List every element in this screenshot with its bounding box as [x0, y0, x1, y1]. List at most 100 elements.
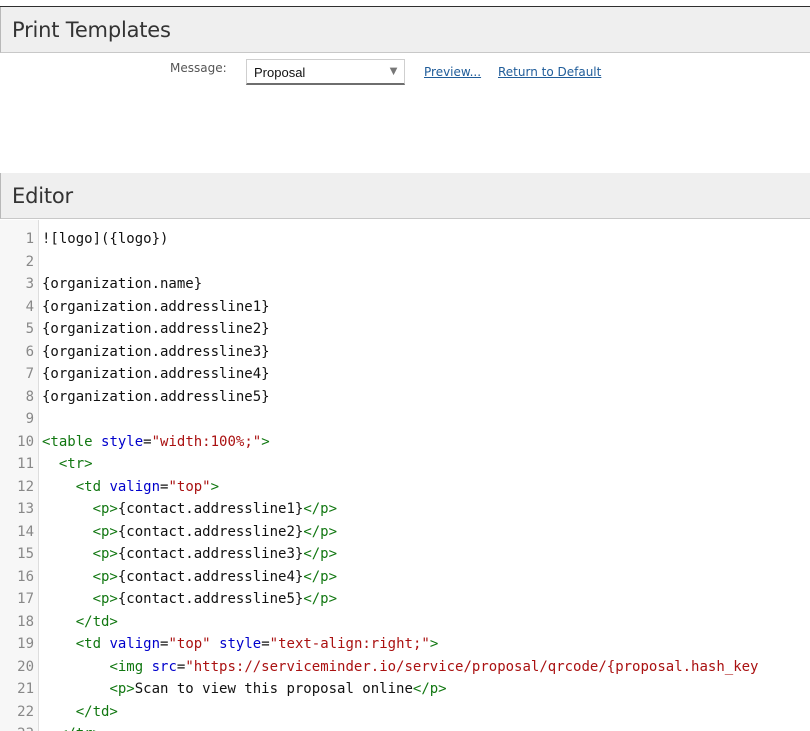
line-number: 18 — [17, 613, 34, 630]
code-token: "top" — [168, 478, 211, 495]
code-token: style — [101, 433, 144, 450]
line-number: 12 — [17, 478, 34, 495]
code-token: {contact.addressline1} — [117, 501, 304, 517]
message-select[interactable]: Proposal ▼ — [246, 59, 405, 85]
code-token: </td> — [75, 613, 118, 630]
code-token: {contact.addressline2} — [117, 523, 304, 540]
code-text: <td valign="top" style="text-align:right… — [42, 633, 439, 656]
code-text: <p>{contact.addressline1}</p> — [42, 498, 337, 521]
code-token: > — [429, 636, 439, 652]
code-token: {organization.addressline5} — [42, 388, 270, 405]
print-templates-title: Print Templates — [12, 18, 171, 42]
line-number: 16 — [17, 568, 34, 585]
code-editor[interactable]: 1 ![logo]({logo}) 2 3 {organization.name} 4 {o… — [0, 220, 810, 731]
line-number: 11 — [17, 456, 34, 472]
code-token: {organization.addressline1} — [42, 298, 270, 315]
code-text: {organization.addressline3} — [42, 341, 270, 364]
code-text: <table style="width:100%;"> — [42, 431, 270, 454]
code-text: </td> — [42, 611, 118, 634]
code-text: {organization.addressline5} — [42, 386, 270, 409]
code-token: </p> — [303, 546, 338, 562]
code-token: "https://serviceminder.io/service/propos… — [185, 658, 759, 675]
line-number: 23 — [0, 723, 34, 731]
line-number: 13 — [17, 501, 34, 517]
code-token: <p> — [92, 501, 118, 517]
code-text: <p>Scan to view this proposal online</p> — [42, 678, 446, 701]
code-token: {organization.addressline3} — [42, 343, 270, 360]
code-token: <tr> — [58, 456, 93, 472]
line-number: 21 — [17, 681, 34, 697]
return-to-default-link[interactable]: Return to Default — [498, 65, 601, 79]
editor-title: Editor — [12, 184, 73, 208]
line-number: 7 — [25, 366, 34, 382]
line-number: 3 — [25, 276, 34, 292]
chevron-down-icon: ▼ — [387, 63, 400, 78]
code-text: {organization.addressline4} — [42, 363, 270, 386]
line-number: 6 — [25, 343, 34, 360]
code-text: </tr> — [42, 723, 101, 731]
code-text: ![logo]({logo}) — [42, 228, 168, 251]
code-token: {organization.addressline2} — [42, 321, 270, 337]
print-templates-header: Print Templates — [0, 7, 810, 53]
code-token: </p> — [303, 501, 338, 517]
code-token: <img — [109, 658, 144, 675]
code-token: <td — [75, 478, 102, 495]
code-token: style — [219, 636, 262, 652]
line-number: 17 — [17, 591, 34, 607]
code-token: "text-align:right;" — [269, 636, 430, 652]
line-number: 15 — [17, 546, 34, 562]
code-text: {organization.addressline2} — [42, 318, 270, 341]
code-token: </p> — [303, 523, 338, 540]
code-token: {contact.addressline5} — [117, 591, 304, 607]
code-token: <p> — [92, 546, 118, 562]
code-token: <td — [75, 636, 102, 652]
message-label: Message: — [170, 61, 227, 75]
code-token: <p> — [92, 568, 118, 585]
code-text: <p>{contact.addressline4}</p> — [42, 566, 337, 589]
code-text: <p>{contact.addressline5}</p> — [42, 588, 337, 611]
line-number: 20 — [17, 658, 34, 675]
code-text: <tr> — [42, 453, 93, 476]
code-text: {organization.name} — [42, 273, 202, 296]
line-number: 9 — [25, 411, 34, 427]
code-token: ![logo]({logo}) — [42, 231, 169, 247]
line-number: 1 — [25, 231, 34, 247]
code-token: </td> — [75, 703, 118, 720]
code-token: > — [261, 433, 270, 450]
code-token: {contact.addressline3} — [117, 546, 304, 562]
code-text: {organization.addressline1} — [42, 296, 270, 319]
code-text: <img src="https://serviceminder.io/servi… — [42, 656, 758, 679]
message-select-value: Proposal — [254, 65, 306, 80]
code-token: </p> — [303, 591, 338, 607]
line-number: 22 — [17, 703, 34, 720]
code-token: = — [261, 636, 270, 652]
code-token: valign — [109, 636, 161, 652]
code-token: valign — [109, 478, 161, 495]
code-token: = — [143, 433, 152, 450]
code-text: </td> — [42, 701, 118, 724]
code-text: <p>{contact.addressline2}</p> — [42, 521, 337, 544]
preview-link[interactable]: Preview... — [424, 65, 481, 79]
code-token: {organization.addressline4} — [42, 366, 270, 382]
line-number: 14 — [17, 523, 34, 540]
code-token: > — [210, 478, 220, 495]
code-text: <p>{contact.addressline3}</p> — [42, 543, 337, 566]
line-number: 10 — [17, 433, 34, 450]
code-token: "top" — [168, 636, 211, 652]
code-token: </tr> — [59, 726, 101, 731]
line-number: 4 — [25, 298, 34, 315]
code-token: Scan to view this proposal online — [134, 681, 413, 697]
code-token: "width:100%;" — [151, 433, 262, 450]
line-number: 2 — [25, 253, 34, 270]
code-token: <p> — [92, 591, 118, 607]
top-strip — [0, 0, 810, 7]
code-token: {organization.name} — [42, 276, 203, 292]
code-token: {contact.addressline4} — [117, 568, 304, 585]
line-number: 8 — [25, 388, 34, 405]
code-token: src — [151, 658, 177, 675]
line-number: 19 — [17, 636, 34, 652]
code-token: </p> — [303, 568, 338, 585]
code-token: <table — [42, 433, 93, 450]
